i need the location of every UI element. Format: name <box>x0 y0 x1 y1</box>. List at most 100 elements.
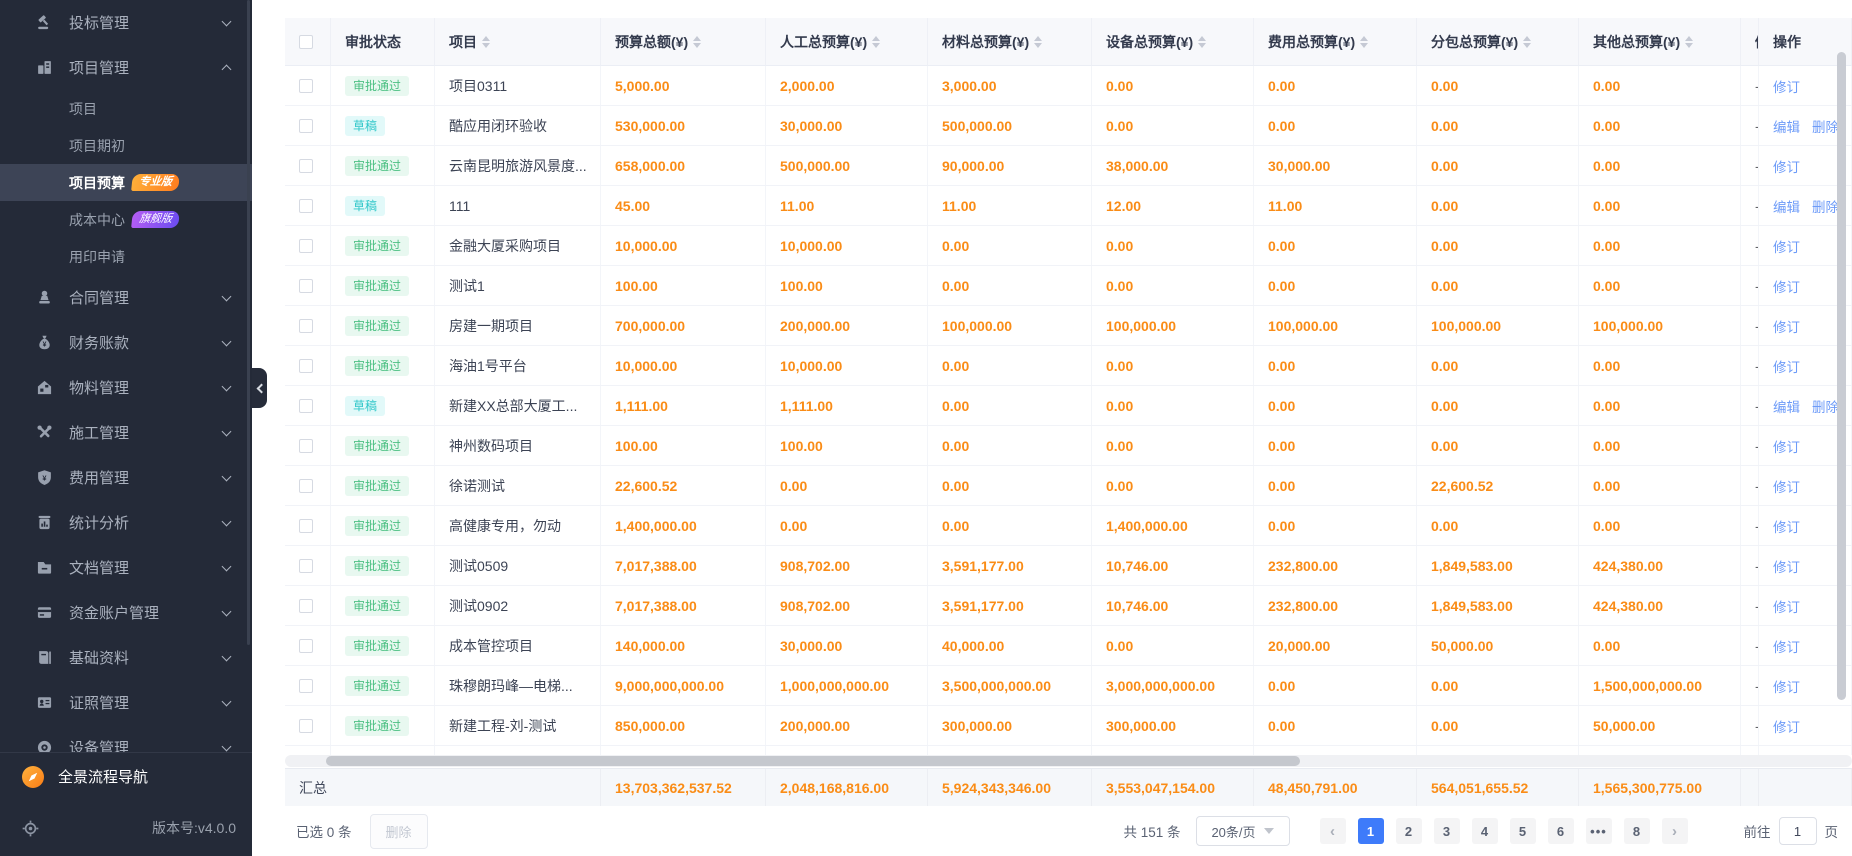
row-checkbox[interactable] <box>299 119 313 133</box>
row-checkbox[interactable] <box>299 479 313 493</box>
sidebar-collapse-button[interactable] <box>252 368 267 408</box>
action-link[interactable]: 修订 <box>1773 476 1800 496</box>
action-link[interactable]: 修订 <box>1773 716 1800 736</box>
action-link[interactable]: 修订 <box>1773 676 1800 696</box>
action-link[interactable]: 删除 <box>1812 396 1839 416</box>
action-link[interactable]: 编辑 <box>1773 116 1800 136</box>
sort-icon[interactable] <box>1685 36 1693 48</box>
row-checkbox[interactable] <box>299 519 313 533</box>
column-header-label: 材料总预算(¥) <box>942 32 1029 52</box>
column-header-4[interactable]: 人工总预算(¥) <box>766 18 928 66</box>
horizontal-scrollbar-track[interactable] <box>285 755 1852 767</box>
sidebar-item-base-data[interactable]: 基础资料 <box>0 635 252 680</box>
action-link[interactable]: 修订 <box>1773 356 1800 376</box>
sidebar-subitem-project-list[interactable]: 项目 <box>0 90 252 127</box>
column-header-7[interactable]: 费用总预算(¥) <box>1254 18 1417 66</box>
vertical-scrollbar-thumb[interactable] <box>1837 52 1846 700</box>
action-link[interactable]: 修订 <box>1773 556 1800 576</box>
sidebar-item-panorama[interactable]: 全景流程导航 <box>0 752 252 800</box>
page-button-5[interactable]: 5 <box>1510 818 1536 844</box>
row-checkbox[interactable] <box>299 199 313 213</box>
action-link[interactable]: 修订 <box>1773 156 1800 176</box>
action-link[interactable]: 修订 <box>1773 316 1800 336</box>
more-pages-button[interactable]: ••• <box>1586 818 1612 844</box>
sidebar-item-contract[interactable]: 合同管理 <box>0 275 252 320</box>
sidebar-item-bidding[interactable]: 投标管理 <box>0 0 252 45</box>
sidebar-item-expense[interactable]: ¥ 费用管理 <box>0 455 252 500</box>
budget-value: 1,400,000.00 <box>615 518 697 534</box>
sidebar-item-certificate[interactable]: 证照管理 <box>0 680 252 725</box>
action-link[interactable]: 修订 <box>1773 436 1800 456</box>
budget-value-cell: 200,000.00 <box>766 706 928 745</box>
sort-icon[interactable] <box>1034 36 1042 48</box>
page-button-3[interactable]: 3 <box>1434 818 1460 844</box>
row-checkbox[interactable] <box>299 719 313 733</box>
sidebar-item-fund-account[interactable]: 资金账户管理 <box>0 590 252 635</box>
action-link[interactable]: 删除 <box>1812 116 1839 136</box>
sidebar-item-construction[interactable]: 施工管理 <box>0 410 252 455</box>
action-link[interactable]: 删除 <box>1812 196 1839 216</box>
page-button-1[interactable]: 1 <box>1358 818 1384 844</box>
row-checkbox-cell <box>285 506 331 545</box>
page-button-6[interactable]: 6 <box>1548 818 1574 844</box>
prev-page-button[interactable]: ‹ <box>1320 818 1346 844</box>
sidebar-subitem-seal-apply[interactable]: 用印申请 <box>0 238 252 275</box>
row-checkbox[interactable] <box>299 439 313 453</box>
row-checkbox[interactable] <box>299 79 313 93</box>
next-page-button[interactable]: › <box>1662 818 1688 844</box>
row-checkbox[interactable] <box>299 399 313 413</box>
column-header-8[interactable]: 分包总预算(¥) <box>1417 18 1579 66</box>
row-checkbox[interactable] <box>299 599 313 613</box>
sort-icon[interactable] <box>872 36 880 48</box>
row-checkbox[interactable] <box>299 639 313 653</box>
row-checkbox[interactable] <box>299 559 313 573</box>
select-all-checkbox[interactable] <box>299 35 313 49</box>
action-link[interactable]: 修订 <box>1773 76 1800 96</box>
page-button-8[interactable]: 8 <box>1624 818 1650 844</box>
settings-gear-icon[interactable] <box>22 820 39 837</box>
sort-icon[interactable] <box>1360 36 1368 48</box>
action-link[interactable]: 修订 <box>1773 636 1800 656</box>
goto-page-input[interactable] <box>1779 817 1817 845</box>
sidebar-subitem-project-budget[interactable]: 项目预算专业版 <box>0 164 252 201</box>
action-link[interactable]: 编辑 <box>1773 396 1800 416</box>
sort-icon[interactable] <box>693 36 701 48</box>
action-link[interactable]: 编辑 <box>1773 196 1800 216</box>
action-link[interactable]: 修订 <box>1773 236 1800 256</box>
budget-value-cell: 232,800.00 <box>1254 546 1417 585</box>
action-link[interactable]: 修订 <box>1773 276 1800 296</box>
app-window: 投标管理 项目管理 项目项目期初项目预算专业版成本中心旗舰版用印申请 合同管理 … <box>0 0 1852 856</box>
sidebar-item-document[interactable]: 文档管理 <box>0 545 252 590</box>
row-checkbox[interactable] <box>299 679 313 693</box>
sidebar-item-device[interactable]: 设备管理 <box>0 725 252 752</box>
column-header-6[interactable]: 设备总预算(¥) <box>1092 18 1254 66</box>
sort-icon[interactable] <box>1523 36 1531 48</box>
sort-icon[interactable] <box>482 36 490 48</box>
budget-value: 0.00 <box>1268 238 1295 254</box>
sidebar-subitem-project-initial[interactable]: 项目期初 <box>0 127 252 164</box>
row-checkbox[interactable] <box>299 359 313 373</box>
page-button-4[interactable]: 4 <box>1472 818 1498 844</box>
column-header-2[interactable]: 项目 <box>435 18 601 66</box>
column-header-3[interactable]: 预算总额(¥) <box>601 18 766 66</box>
column-header-9[interactable]: 其他总预算(¥) <box>1579 18 1741 66</box>
sidebar-item-project[interactable]: 项目管理 <box>0 45 252 90</box>
page-button-2[interactable]: 2 <box>1396 818 1422 844</box>
column-header-5[interactable]: 材料总预算(¥) <box>928 18 1092 66</box>
page-size-select[interactable]: 20条/页 <box>1196 816 1290 846</box>
sort-icon[interactable] <box>1198 36 1206 48</box>
sidebar-subitem-cost-center[interactable]: 成本中心旗舰版 <box>0 201 252 238</box>
sidebar-item-finance[interactable]: ¥ 财务账款 <box>0 320 252 365</box>
action-link[interactable]: 修订 <box>1773 516 1800 536</box>
row-checkbox[interactable] <box>299 159 313 173</box>
sidebar-item-material[interactable]: 物料管理 <box>0 365 252 410</box>
action-link[interactable]: 修订 <box>1773 596 1800 616</box>
sidebar-scrollbar[interactable] <box>247 0 250 645</box>
sidebar-item-statistics[interactable]: 统计分析 <box>0 500 252 545</box>
table-row: 审批通过金融大厦采购项目10,000.0010,000.000.000.000.… <box>285 226 1852 266</box>
row-checkbox[interactable] <box>299 239 313 253</box>
horizontal-scrollbar-thumb[interactable] <box>326 756 1300 766</box>
row-checkbox[interactable] <box>299 279 313 293</box>
row-checkbox[interactable] <box>299 319 313 333</box>
delete-button[interactable]: 删除 <box>370 814 428 849</box>
